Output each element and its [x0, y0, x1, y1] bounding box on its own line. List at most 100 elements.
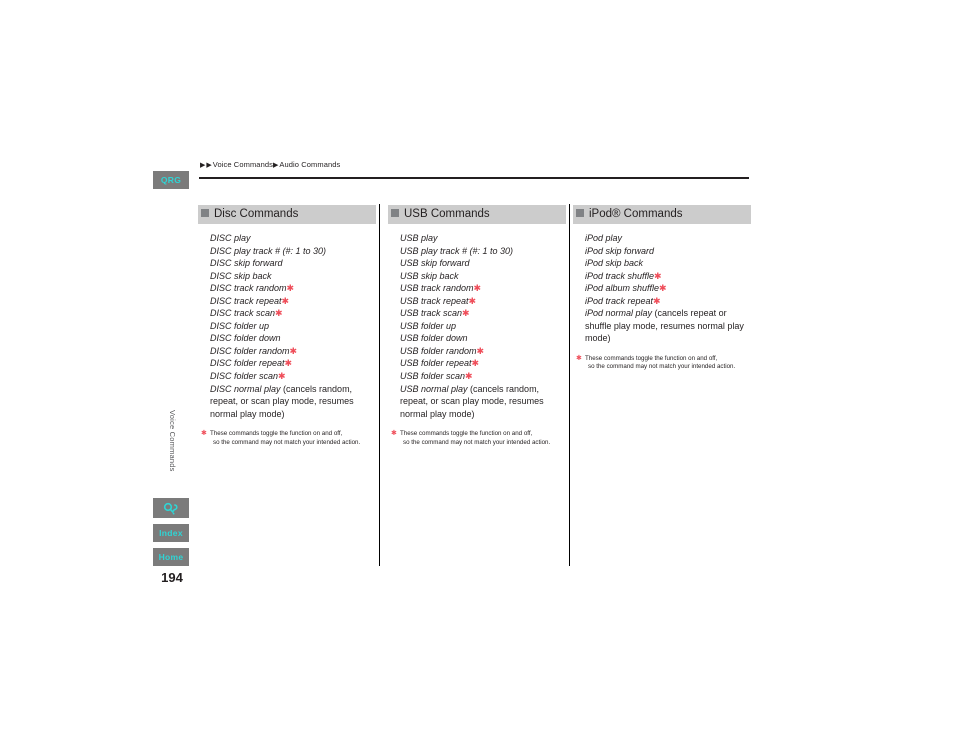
command-item: DISC skip forward	[210, 257, 376, 270]
command-item: DISC skip back	[210, 270, 376, 283]
column-divider	[569, 204, 570, 566]
footnote-marker: ✱	[278, 371, 286, 382]
command-item: iPod track repeat✱	[585, 295, 751, 308]
command-text: DISC skip forward	[210, 258, 283, 269]
command-item: USB skip forward	[400, 257, 566, 270]
command-item: USB track random✱	[400, 282, 566, 295]
command-text: USB skip forward	[400, 258, 470, 269]
section-header-ipod: iPod® Commands	[573, 205, 751, 224]
command-text: DISC play	[210, 233, 251, 243]
command-text: USB track scan	[400, 308, 463, 319]
footnote-marker: ✱	[284, 358, 293, 369]
command-text: DISC skip back	[210, 270, 272, 281]
bullet-square-icon	[576, 209, 584, 217]
command-item: USB skip back	[400, 270, 566, 283]
footnote-marker: ✱	[465, 371, 473, 382]
breadcrumb-arrow-icon: ▶	[206, 162, 212, 169]
command-item: USB folder down	[400, 332, 566, 345]
command-item: USB folder up	[400, 320, 566, 333]
breadcrumb-item-audio-commands[interactable]: Audio Commands	[279, 160, 340, 169]
command-text: DISC folder scan	[210, 371, 279, 382]
column-disc-commands: Disc Commands DISC play DISC play track # …	[198, 205, 376, 447]
breadcrumb-arrow-icon: ▶	[272, 162, 279, 169]
footnote-marker: ✱	[286, 283, 295, 294]
section-header-disc: Disc Commands	[198, 205, 376, 224]
command-item: DISC play track # (#: 1 to 30)	[210, 245, 376, 258]
breadcrumb-arrow-icon: ▶	[200, 162, 206, 169]
command-text: USB skip back	[400, 270, 459, 281]
command-list: DISC play DISC play track # (#: 1 to 30) D…	[198, 224, 376, 420]
column-ipod-commands: iPod® Commands iPod play iPod skip forward…	[573, 205, 751, 372]
command-list: iPod play iPod skip forward iPod skip back…	[573, 224, 751, 345]
command-item: USB folder random✱	[400, 345, 566, 358]
command-text: USB normal play	[400, 383, 468, 394]
footnote-line: These commands toggle the function on an…	[210, 430, 343, 438]
command-item: USB play track # (#: 1 to 30)	[400, 245, 566, 258]
command-item: DISC track scan✱	[210, 307, 376, 320]
command-list: USB play USB play track # (#: 1 to 30) USB…	[388, 224, 566, 420]
footnote-line: so the command may not match your intend…	[403, 438, 551, 446]
footnote: ✱ These commands toggle the function on a…	[388, 430, 566, 447]
section-title: USB Commands	[404, 208, 490, 220]
command-text: iPod skip forward	[585, 245, 655, 256]
footnote-marker: ✱	[653, 295, 661, 306]
command-text: USB folder repeat	[400, 358, 472, 369]
command-item: DISC play	[210, 232, 376, 245]
footnote-line: so the command may not match your intend…	[213, 438, 361, 446]
breadcrumb: ▶▶Voice Commands▶Audio Commands	[200, 160, 760, 169]
footnote-line: so the command may not match your intend…	[588, 363, 736, 371]
command-text: DISC play track # (#: 1 to 30)	[210, 245, 327, 256]
command-text: USB track repeat	[400, 295, 469, 306]
command-text: DISC track scan	[210, 308, 276, 319]
page-number: 194	[161, 570, 183, 585]
footnote-marker-icon: ✱	[576, 354, 582, 362]
breadcrumb-item-voice-commands[interactable]: Voice Commands	[213, 160, 273, 169]
command-item: iPod track shuffle✱	[585, 270, 751, 283]
footnote-marker: ✱	[275, 308, 283, 319]
command-item: DISC normal play (cancels random, repeat…	[210, 383, 376, 421]
command-item: DISC folder random✱	[210, 345, 376, 358]
column-divider	[379, 204, 380, 566]
column-usb-commands: USB Commands USB play USB play track # (#:…	[388, 205, 566, 447]
command-text: USB folder up	[400, 320, 457, 331]
command-text: iPod album shuffle	[585, 283, 660, 294]
footnote-marker: ✱	[476, 345, 485, 356]
index-button[interactable]: Index	[153, 524, 189, 542]
qrg-button[interactable]: QRG	[153, 171, 189, 189]
footnote: ✱ These commands toggle the function on a…	[198, 430, 376, 447]
home-button[interactable]: Home	[153, 548, 189, 566]
footnote-marker: ✱	[473, 283, 482, 294]
command-text: DISC folder up	[210, 320, 270, 331]
command-text: USB play	[400, 233, 438, 243]
command-item: iPod normal play (cancels repeat or shuf…	[585, 307, 751, 345]
command-item: DISC folder scan✱	[210, 370, 376, 383]
footnote-marker: ✱	[659, 283, 667, 294]
command-item: iPod skip back	[585, 257, 751, 270]
bullet-square-icon	[391, 209, 399, 217]
command-item: DISC folder up	[210, 320, 376, 333]
command-item: DISC track repeat✱	[210, 295, 376, 308]
footnote-marker: ✱	[471, 358, 480, 369]
command-item: USB track repeat✱	[400, 295, 566, 308]
search-button[interactable]	[153, 498, 189, 518]
command-text: DISC folder repeat	[210, 358, 285, 369]
side-rail: QRG Index Home Voice Commands 194	[153, 160, 191, 585]
command-text: DISC track random	[210, 283, 287, 294]
footnote-marker: ✱	[462, 308, 470, 319]
command-text: iPod track repeat	[585, 295, 654, 306]
chapter-tab-label: Voice Commands	[168, 410, 177, 472]
command-item: USB folder repeat✱	[400, 357, 566, 370]
command-item: USB play	[400, 232, 566, 245]
header-divider	[199, 177, 749, 179]
command-text: iPod skip back	[585, 258, 644, 269]
footnote-line: These commands toggle the function on an…	[400, 430, 533, 438]
command-text: iPod track shuffle	[585, 270, 655, 281]
command-item: USB folder scan✱	[400, 370, 566, 383]
command-text: DISC track repeat	[210, 295, 282, 306]
command-item: USB normal play (cancels random, repeat,…	[400, 383, 566, 421]
footnote-marker: ✱	[281, 295, 290, 306]
command-item: DISC folder down	[210, 332, 376, 345]
command-item: iPod play	[585, 232, 751, 245]
command-text: iPod play	[585, 233, 623, 243]
manual-page: QRG Index Home Voice Commands 194 ▶▶Voic…	[0, 0, 954, 739]
